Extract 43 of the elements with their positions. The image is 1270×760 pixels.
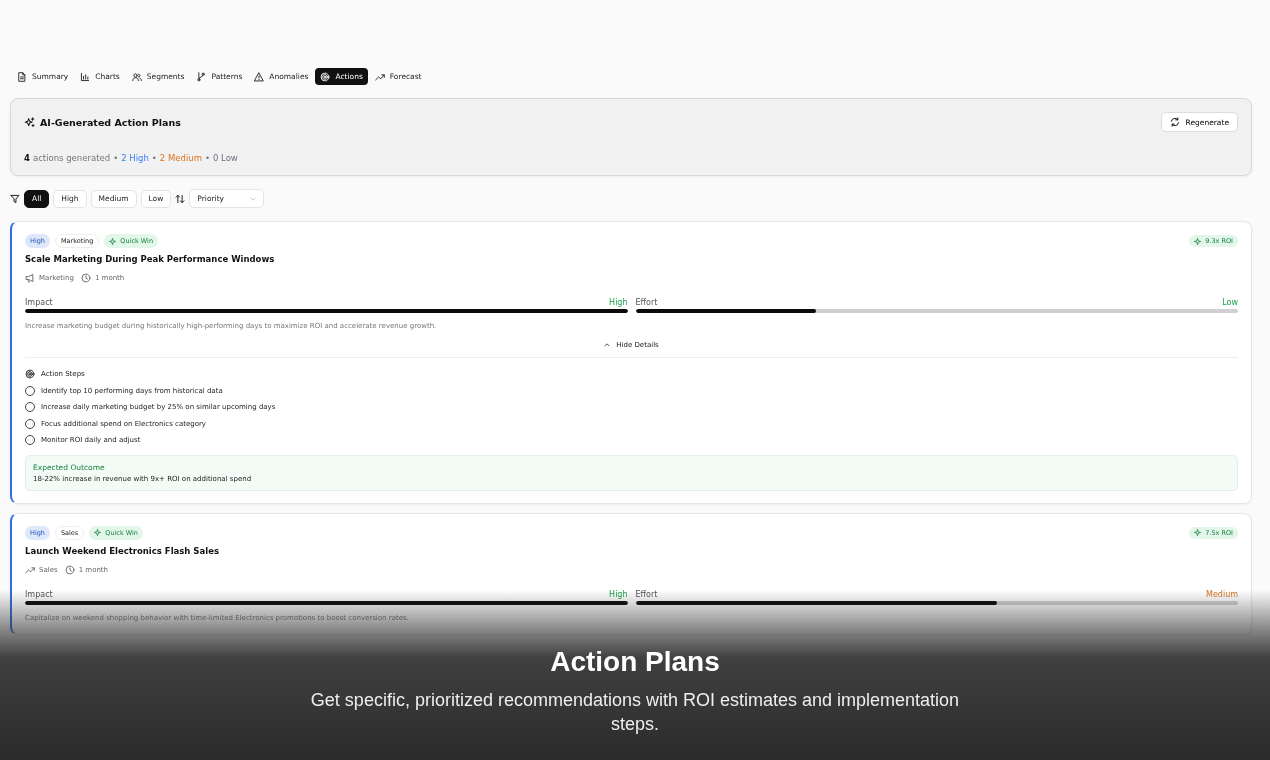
priority-count: 0 Low <box>212 153 238 163</box>
filter-icon <box>10 193 20 204</box>
sparkle-icon <box>94 529 102 536</box>
meter-label: Effort <box>635 589 658 599</box>
summary-text: actions generated <box>32 153 111 163</box>
separator-dot: • <box>113 153 119 163</box>
target-icon <box>320 71 331 82</box>
sparkle-icon <box>109 237 117 245</box>
clock-icon <box>80 273 91 283</box>
sort-icon <box>175 193 186 204</box>
doc-icon <box>17 71 27 82</box>
sparkle-icon <box>1194 529 1202 536</box>
warning-icon <box>254 71 265 82</box>
action-title: Scale Marketing During Peak Performance Windows <box>25 254 276 264</box>
caption-subtitle: Get specific, prioritized recommendations with ROI estimates and implementation steps. <box>309 689 961 736</box>
separator-dot: • <box>204 153 210 163</box>
separator-dot: • <box>151 153 157 163</box>
chevron-up-icon <box>604 343 611 347</box>
meter-label: Impact <box>25 589 53 599</box>
users-icon <box>131 71 142 82</box>
meter-rating: High <box>609 298 628 307</box>
sparkle-icon <box>1194 237 1202 245</box>
action-title: Launch Weekend Electronics Flash Sales <box>25 545 220 556</box>
priority-count: 2 High <box>121 153 149 163</box>
meter-rating: Medium <box>1206 589 1238 599</box>
clock-icon <box>64 564 75 575</box>
meter-rating: High <box>609 589 628 599</box>
meter-label: Effort <box>635 298 658 307</box>
caption-title: Action Plans <box>550 646 720 678</box>
sparkles-icon <box>24 116 35 128</box>
target-icon <box>25 369 35 380</box>
trend-icon <box>25 564 35 575</box>
section-title: AI-Generated Action Plans <box>40 116 181 128</box>
trend-icon <box>374 71 385 82</box>
refresh-icon <box>1169 117 1180 127</box>
meter-label: Impact <box>25 298 53 307</box>
chevron-down-icon <box>250 196 257 201</box>
action-count: 4 <box>24 153 30 163</box>
branch-icon <box>196 71 207 82</box>
bars-icon <box>80 71 91 82</box>
meter-rating: Low <box>1222 298 1238 307</box>
priority-count: 2 Medium <box>159 153 202 163</box>
megaphone-icon <box>25 273 35 283</box>
